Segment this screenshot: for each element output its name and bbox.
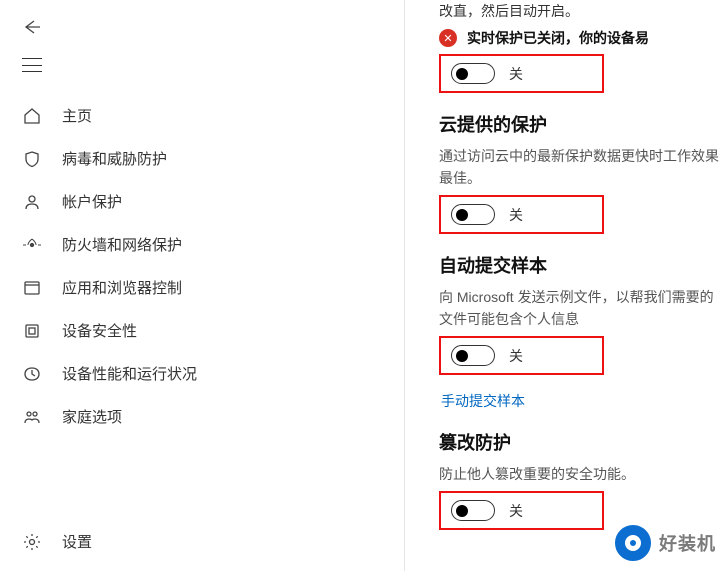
cloud-desc: 通过访问云中的最新保护数据更快时工作效果最佳。 bbox=[439, 145, 720, 189]
nav-item-home[interactable]: 主页 bbox=[0, 94, 404, 137]
nav-label: 主页 bbox=[62, 105, 92, 126]
nav-item-virus[interactable]: 病毒和威胁防护 bbox=[0, 137, 404, 180]
nav-label: 防火墙和网络保护 bbox=[62, 234, 182, 255]
toggle-label: 关 bbox=[509, 501, 523, 521]
sidebar: 主页 病毒和威胁防护 帐户保护 防火墙和网络保护 应用和浏览器控制 设备安全性 … bbox=[0, 0, 404, 571]
back-button[interactable] bbox=[22, 17, 42, 37]
cloud-section: 云提供的保护 通过访问云中的最新保护数据更快时工作效果最佳。 关 bbox=[439, 111, 720, 234]
partial-top-text: 改直，然后目动开启。 bbox=[439, 0, 720, 22]
settings-label: 设置 bbox=[62, 531, 92, 552]
warning-text: 实时保护已关闭，你的设备易 bbox=[467, 28, 649, 48]
nav-item-devicesec[interactable]: 设备安全性 bbox=[0, 309, 404, 352]
realtime-toggle[interactable] bbox=[451, 63, 495, 84]
tamper-toggle-box: 关 bbox=[439, 491, 604, 530]
nav-label: 家庭选项 bbox=[62, 406, 122, 427]
toggle-label: 关 bbox=[509, 346, 523, 366]
cloud-toggle-box: 关 bbox=[439, 195, 604, 234]
tamper-title: 篡改防护 bbox=[439, 429, 720, 455]
nav-item-account[interactable]: 帐户保护 bbox=[0, 180, 404, 223]
device-security-icon bbox=[22, 321, 42, 341]
nav-item-family[interactable]: 家庭选项 bbox=[0, 395, 404, 438]
app-browser-icon bbox=[22, 278, 42, 298]
nav-label: 病毒和威胁防护 bbox=[62, 148, 167, 169]
realtime-toggle-box: 关 bbox=[439, 54, 604, 93]
sample-toggle-box: 关 bbox=[439, 336, 604, 375]
back-arrow-icon bbox=[22, 19, 42, 35]
main-panel: 改直，然后目动开启。 ✕ 实时保护已关闭，你的设备易 关 云提供的保护 通过访问… bbox=[405, 0, 720, 571]
header-row bbox=[0, 11, 404, 58]
account-icon bbox=[22, 192, 42, 212]
shield-icon bbox=[22, 149, 42, 169]
sample-section: 自动提交样本 向 Microsoft 发送示例文件，以帮我们需要的文件可能包含个… bbox=[439, 252, 720, 411]
performance-icon bbox=[22, 364, 42, 384]
cloud-toggle[interactable] bbox=[451, 204, 495, 225]
nav-label: 设备安全性 bbox=[62, 320, 137, 341]
tamper-desc: 防止他人篡改重要的安全功能。 bbox=[439, 463, 720, 485]
manual-submit-link[interactable]: 手动提交样本 bbox=[441, 391, 525, 411]
sample-desc: 向 Microsoft 发送示例文件，以帮我们需要的文件可能包含个人信息 bbox=[439, 286, 720, 330]
tamper-toggle[interactable] bbox=[451, 500, 495, 521]
nav-item-firewall[interactable]: 防火墙和网络保护 bbox=[0, 223, 404, 266]
nav-item-performance[interactable]: 设备性能和运行状况 bbox=[0, 352, 404, 395]
nav-item-settings[interactable]: 设置 bbox=[0, 523, 404, 560]
error-icon: ✕ bbox=[439, 29, 457, 47]
nav-label: 帐户保护 bbox=[62, 191, 122, 212]
nav-label: 应用和浏览器控制 bbox=[62, 277, 182, 298]
watermark-text: 好装机 bbox=[659, 530, 716, 556]
sample-toggle[interactable] bbox=[451, 345, 495, 366]
firewall-icon bbox=[22, 235, 42, 255]
hamburger-button[interactable] bbox=[22, 58, 42, 72]
sample-title: 自动提交样本 bbox=[439, 252, 720, 278]
nav-list: 主页 病毒和威胁防护 帐户保护 防火墙和网络保护 应用和浏览器控制 设备安全性 … bbox=[0, 94, 404, 523]
toggle-label: 关 bbox=[509, 205, 523, 225]
home-icon bbox=[22, 106, 42, 126]
toggle-label: 关 bbox=[509, 64, 523, 84]
watermark: 好装机 bbox=[611, 521, 716, 565]
nav-item-appbrowser[interactable]: 应用和浏览器控制 bbox=[0, 266, 404, 309]
cloud-title: 云提供的保护 bbox=[439, 111, 720, 137]
realtime-warning: ✕ 实时保护已关闭，你的设备易 bbox=[439, 28, 720, 48]
tamper-section: 篡改防护 防止他人篡改重要的安全功能。 关 bbox=[439, 429, 720, 530]
menu-row bbox=[0, 58, 404, 94]
family-icon bbox=[22, 407, 42, 427]
watermark-logo-icon bbox=[611, 521, 655, 565]
nav-label: 设备性能和运行状况 bbox=[62, 363, 197, 384]
gear-icon bbox=[22, 532, 42, 552]
